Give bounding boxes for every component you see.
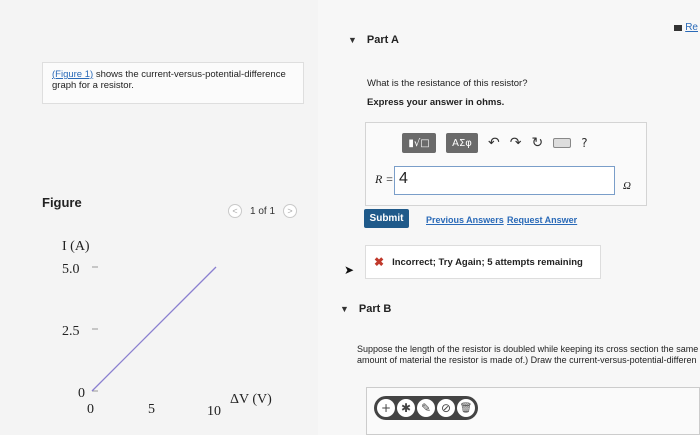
left-panel: (Figure 1) shows the current-versus-pote…	[0, 0, 318, 435]
trash-icon[interactable]: 🗑	[457, 399, 475, 417]
feedback-text: Incorrect; Try Again; 5 attempts remaini…	[392, 256, 583, 268]
y-tick-2-5: 2.5	[62, 324, 80, 339]
part-a-title: Part A	[366, 34, 399, 46]
x-axis-label: ΔV (V)	[230, 392, 272, 407]
intro-box: (Figure 1) shows the current-versus-pote…	[42, 62, 304, 104]
template-button[interactable]: ▮√□	[402, 133, 436, 153]
part-b-question: Suppose the length of the resistor is do…	[357, 344, 700, 366]
figure-link[interactable]: (Figure 1)	[52, 69, 93, 80]
math-toolbar: ▮√□ ΑΣφ ↶ ↷ ↻ ?	[402, 133, 588, 153]
keyboard-icon[interactable]	[553, 138, 572, 148]
iv-data-line	[91, 266, 217, 392]
instruction-text: Express your answer in ohms.	[367, 97, 505, 108]
review-link[interactable]: Re	[674, 22, 698, 33]
caret-down-icon: ▼	[340, 304, 349, 314]
help-icon[interactable]: ?	[581, 136, 587, 150]
undo-icon[interactable]: ↶	[488, 135, 500, 151]
previous-answers-link[interactable]: Previous Answers	[426, 215, 504, 225]
iv-graph: I (A) 5.0 2.5 0 0 5 10 ΔV (V)	[62, 239, 272, 419]
resistance-symbol: R =	[375, 172, 394, 186]
feedback-message: ✖ Incorrect; Try Again; 5 attempts remai…	[365, 245, 601, 279]
prev-figure-button[interactable]: <	[228, 204, 242, 218]
request-answer-link[interactable]: Request Answer	[507, 215, 577, 225]
x-tick-10: 10	[207, 404, 221, 419]
incorrect-icon: ✖	[374, 255, 385, 269]
redo-icon[interactable]: ↷	[510, 135, 522, 151]
review-icon	[674, 24, 683, 31]
eraser-icon[interactable]: ⊘	[437, 399, 455, 417]
part-b-title: Part B	[358, 303, 392, 315]
y-axis-label: I (A)	[62, 239, 90, 254]
mouse-cursor-icon: ➤	[344, 263, 355, 277]
ohm-unit: Ω	[623, 180, 631, 192]
add-point-icon[interactable]: +	[377, 399, 395, 417]
x-tick-0: 0	[87, 402, 94, 417]
drawing-toolbar: + ✱ ✎ ⊘ 🗑	[374, 396, 478, 420]
caret-down-icon: ▼	[348, 35, 357, 45]
greek-symbols-button[interactable]: ΑΣφ	[446, 133, 478, 153]
y-tick-0: 0	[78, 386, 85, 401]
part-b-header[interactable]: ▼ Part B	[340, 303, 391, 315]
pencil-icon[interactable]: ✎	[417, 399, 435, 417]
draw-line-icon[interactable]: ✱	[397, 399, 415, 417]
question-text: What is the resistance of this resistor?	[367, 78, 528, 89]
part-b-line-1: Suppose the length of the resistor is do…	[357, 344, 699, 354]
x-tick-5: 5	[148, 402, 155, 417]
part-b-line-2: amount of material the resistor is made …	[357, 355, 697, 365]
next-figure-button[interactable]: >	[283, 204, 298, 218]
review-link-label: Re	[685, 22, 698, 33]
figure-title: Figure	[42, 195, 82, 210]
part-a-header[interactable]: ▼ Part A	[348, 34, 399, 46]
figure-pager: < 1 of 1 >	[228, 204, 298, 218]
resistance-input[interactable]: 4	[394, 166, 615, 195]
pager-text: 1 of 1	[250, 205, 276, 217]
y-tick-5: 5.0	[62, 262, 80, 277]
reset-icon[interactable]: ↻	[531, 135, 543, 151]
submit-button[interactable]: Submit	[364, 209, 409, 228]
